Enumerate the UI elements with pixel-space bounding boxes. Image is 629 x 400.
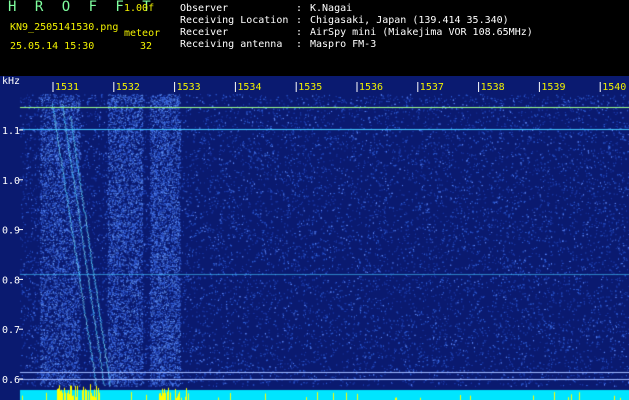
meta-key: Receiver bbox=[180, 27, 229, 38]
y-tick-label: 0.6 bbox=[2, 375, 20, 386]
meta-separator: : bbox=[296, 15, 303, 26]
file-name: KN9_2505141530.png bbox=[10, 22, 119, 33]
meta-key: Receiving Location bbox=[180, 15, 289, 26]
meta-key: Receiving antenna bbox=[180, 39, 283, 50]
x-tick-label: 1539 bbox=[541, 82, 565, 93]
x-tick-label: 1534 bbox=[237, 82, 261, 93]
meta-row-observer: Observer : K.Nagai bbox=[180, 3, 533, 15]
x-tick-label: 1533 bbox=[177, 82, 201, 93]
meta-row-location: Receiving Location : Chigasaki, Japan (1… bbox=[180, 15, 533, 27]
y-tick-label: 0.7 bbox=[2, 325, 20, 336]
y-tick-label: 1.1 bbox=[2, 126, 20, 137]
capture-datetime: 25.05.14 15:30 bbox=[10, 41, 95, 52]
meteor-count-label: meteor bbox=[124, 28, 161, 39]
x-tick-group: 1531 1532 1533 1534 1535 1536 1537 1538 1539 1540 bbox=[52, 82, 626, 93]
meta-separator: : bbox=[296, 3, 303, 14]
y-tick-label: 0.8 bbox=[2, 275, 20, 286]
meta-value: Chigasaki, Japan (139.414 35.340) bbox=[310, 15, 509, 26]
meta-key: Observer bbox=[180, 3, 229, 14]
x-tick-label: 1535 bbox=[298, 82, 322, 93]
y-axis-unit: kHz bbox=[2, 76, 20, 87]
meteor-count-value: 32 bbox=[140, 41, 153, 52]
x-tick-label: 1531 bbox=[55, 82, 79, 93]
version-label: 1.00f bbox=[124, 3, 155, 14]
meta-value: K.Nagai bbox=[310, 3, 353, 14]
y-tick-label: 0.9 bbox=[2, 226, 20, 237]
y-tick-label: 1.0 bbox=[2, 176, 20, 187]
spectrogram-panel: kHz 1531 1532 1533 1534 1535 1536 1537 1538 1539… bbox=[0, 76, 629, 400]
meta-separator: : bbox=[296, 39, 303, 50]
meta-row-receiver: Receiver : AirSpy mini (Miakejima VOR 10… bbox=[180, 27, 533, 39]
header-panel: H R O F F T 1.00f KN9_2505141530.png met… bbox=[0, 0, 629, 76]
x-tick-label: 1536 bbox=[359, 82, 383, 93]
y-tick-group: 1.1 1.0 0.9 0.8 0.7 0.6 bbox=[2, 126, 23, 386]
observation-metadata: Observer : K.Nagai Receiving Location : … bbox=[180, 3, 533, 51]
x-tick-label: 1538 bbox=[481, 82, 505, 93]
meta-value: Maspro FM-3 bbox=[310, 39, 377, 50]
x-tick-label: 1537 bbox=[420, 82, 444, 93]
spectrogram-axes: kHz 1531 1532 1533 1534 1535 1536 1537 1538 1539… bbox=[2, 76, 626, 386]
x-tick-label: 1532 bbox=[116, 82, 140, 93]
x-tick-label: 1540 bbox=[602, 82, 626, 93]
meta-separator: : bbox=[296, 27, 303, 38]
meta-value: AirSpy mini (Miakejima VOR 108.65MHz) bbox=[310, 27, 533, 38]
meta-row-antenna: Receiving antenna : Maspro FM-3 bbox=[180, 39, 533, 51]
